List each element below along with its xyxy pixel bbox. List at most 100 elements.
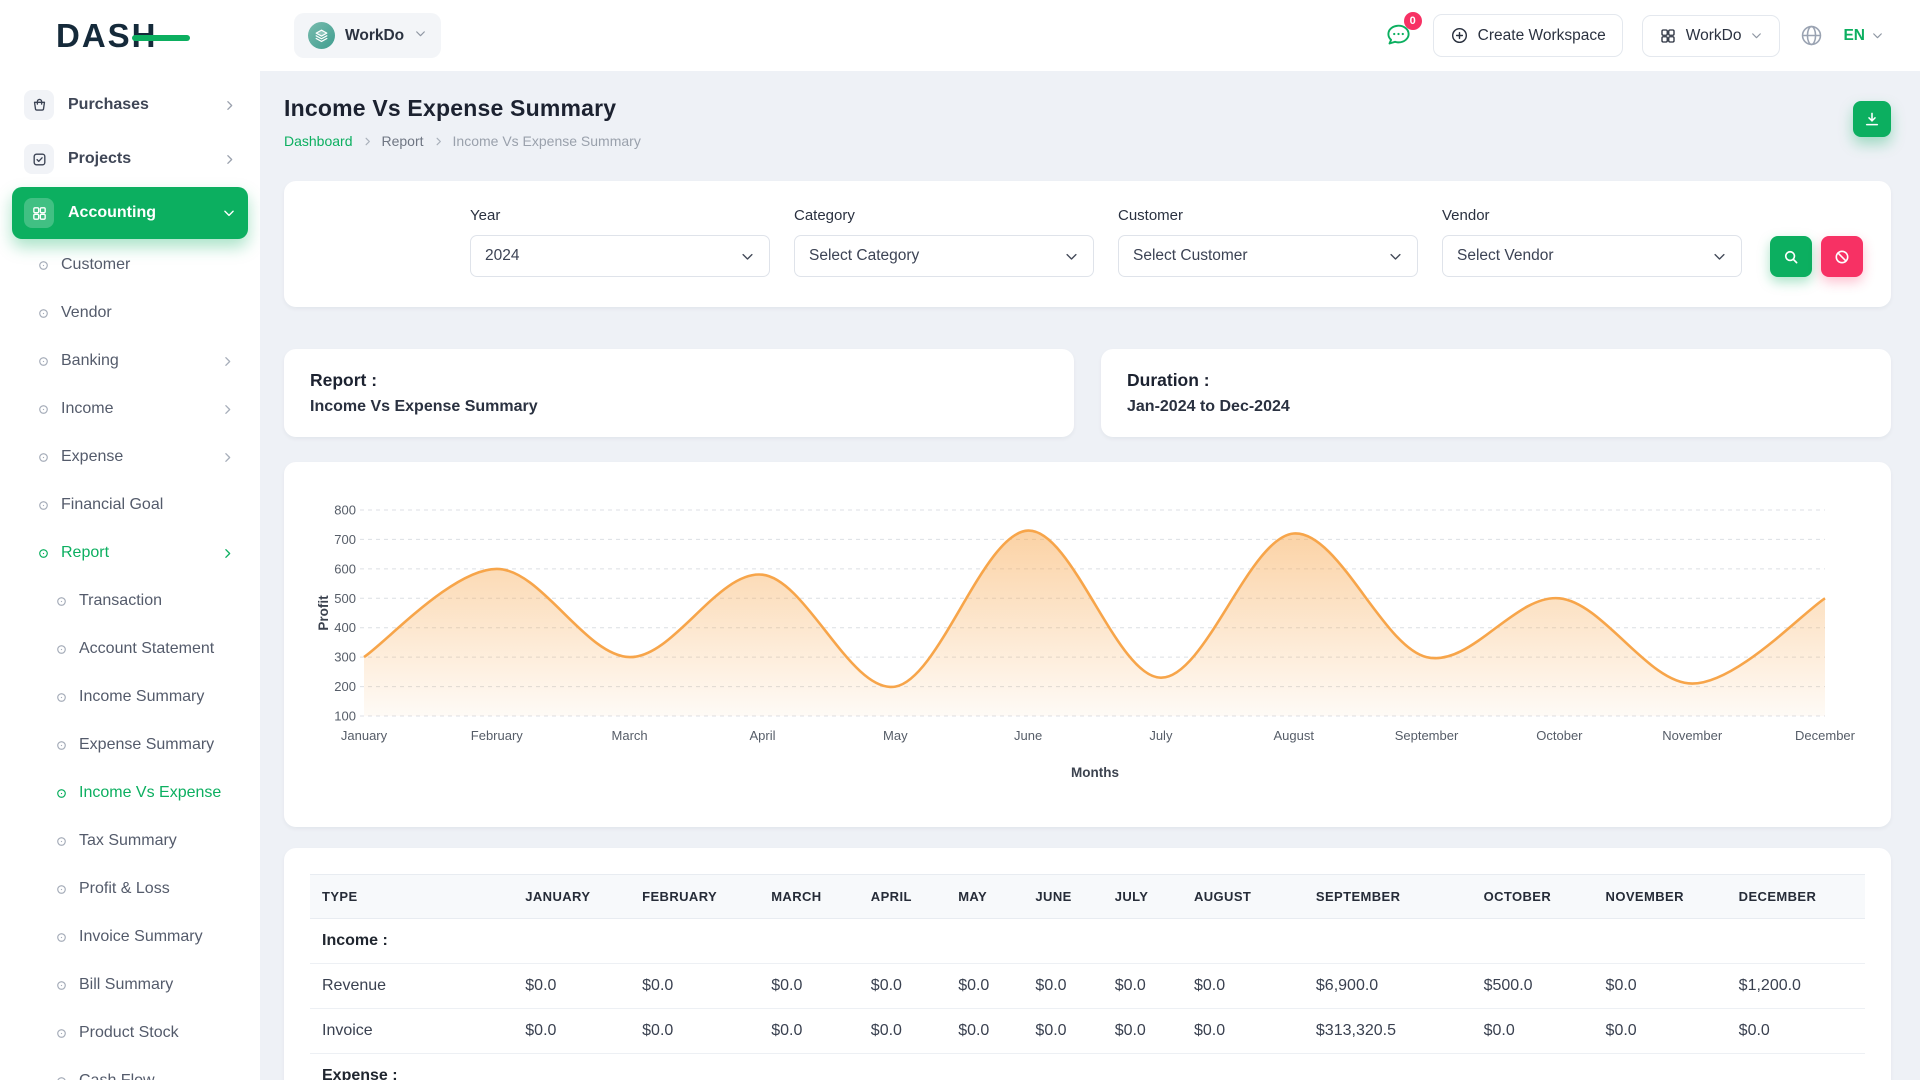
- sidebar-item-cash-flow[interactable]: Cash Flow: [12, 1057, 248, 1080]
- sidebar-item-product-stock[interactable]: Product Stock: [12, 1009, 248, 1057]
- cell-value: $0.0: [630, 1009, 759, 1054]
- column-header-january: JANUARY: [513, 875, 630, 919]
- column-header-april: APRIL: [859, 875, 946, 919]
- sidebar-item-expense-summary[interactable]: Expense Summary: [12, 721, 248, 769]
- cell-value: $0.0: [1472, 1009, 1594, 1054]
- language-selector[interactable]: EN: [1843, 27, 1884, 45]
- chevron-down-icon: [1064, 249, 1079, 264]
- category-select[interactable]: Select Category: [794, 235, 1094, 277]
- column-header-july: JULY: [1103, 875, 1182, 919]
- vendor-select[interactable]: Select Vendor: [1442, 235, 1742, 277]
- cell-value: $0.0: [859, 964, 946, 1009]
- sidebar-item-banking[interactable]: Banking: [12, 337, 248, 385]
- sidebar-item-accounting[interactable]: Accounting: [12, 187, 248, 239]
- year-select[interactable]: 2024: [470, 235, 770, 277]
- filter-group-vendor: Vendor Select Vendor: [1442, 207, 1742, 277]
- chevron-right-icon: [221, 547, 234, 560]
- cell-value: $0.0: [759, 1009, 859, 1054]
- sidebar-item-invoice-summary[interactable]: Invoice Summary: [12, 913, 248, 961]
- customer-select[interactable]: Select Customer: [1118, 235, 1418, 277]
- x-tick-label: September: [1395, 728, 1459, 743]
- cell-value: $500.0: [1472, 964, 1594, 1009]
- workspace-switcher[interactable]: WorkDo: [294, 13, 441, 58]
- sidebar-subitem-label: Profit & Loss: [79, 880, 170, 898]
- page-content: Income Vs Expense Summary Dashboard Repor…: [260, 71, 1920, 1080]
- workspace-avatar-icon: [308, 22, 335, 49]
- chat-badge: 0: [1404, 12, 1422, 30]
- sidebar-subitem-label: Cash Flow: [79, 1072, 155, 1080]
- x-tick-label: August: [1273, 728, 1314, 743]
- chevron-down-icon: [740, 249, 755, 264]
- filter-buttons: [1770, 236, 1863, 277]
- download-button[interactable]: [1853, 101, 1891, 137]
- cell-value: $0.0: [1182, 1009, 1304, 1054]
- filter-label: Category: [794, 207, 1094, 224]
- create-workspace-label: Create Workspace: [1478, 27, 1606, 45]
- sidebar-item-income-vs-expense[interactable]: Income Vs Expense: [12, 769, 248, 817]
- sidebar-item-purchases[interactable]: Purchases: [12, 79, 248, 131]
- app-root: DASH Purchases Projects Accounting Custo…: [0, 0, 1920, 1080]
- workspace-name: WorkDo: [345, 27, 404, 45]
- row-label: Revenue: [310, 964, 513, 1009]
- sidebar-subitem-label: Invoice Summary: [79, 928, 203, 946]
- cell-value: $0.0: [1594, 1009, 1727, 1054]
- y-tick-label: 800: [334, 503, 356, 518]
- sidebar-item-financial-goal[interactable]: Financial Goal: [12, 481, 248, 529]
- cell-value: $0.0: [1023, 964, 1102, 1009]
- sidebar-item-profit-loss[interactable]: Profit & Loss: [12, 865, 248, 913]
- table-row-revenue: Revenue$0.0$0.0$0.0$0.0$0.0$0.0$0.0$0.0$…: [310, 964, 1865, 1009]
- sidebar-item-vendor[interactable]: Vendor: [12, 289, 248, 337]
- workdo-menu-button[interactable]: WorkDo: [1642, 15, 1781, 57]
- breadcrumb-item-dashboard[interactable]: Dashboard: [284, 133, 353, 149]
- x-axis-title: Months: [1071, 765, 1119, 780]
- sidebar-item-report[interactable]: Report: [12, 529, 248, 577]
- cell-value: $0.0: [759, 964, 859, 1009]
- circle-dot-icon: [56, 1076, 67, 1080]
- circle-dot-icon: [56, 884, 67, 895]
- sidebar-subitem-label: Expense Summary: [79, 736, 214, 754]
- circle-dot-icon: [56, 644, 67, 655]
- reset-filter-button[interactable]: [1821, 236, 1863, 277]
- app-logo[interactable]: DASH: [12, 0, 248, 71]
- row-label: Invoice: [310, 1009, 513, 1054]
- breadcrumb-separator-icon: [362, 136, 373, 147]
- y-tick-label: 200: [334, 679, 356, 694]
- chevron-down-icon: [414, 27, 427, 45]
- globe-icon[interactable]: [1799, 23, 1824, 48]
- sidebar-item-label: Accounting: [68, 204, 156, 222]
- sidebar-item-tax-summary[interactable]: Tax Summary: [12, 817, 248, 865]
- sidebar-item-income-summary[interactable]: Income Summary: [12, 673, 248, 721]
- column-header-october: OCTOBER: [1472, 875, 1594, 919]
- create-workspace-button[interactable]: Create Workspace: [1433, 14, 1623, 57]
- circle-dot-icon: [38, 308, 49, 319]
- cell-value: $0.0: [1594, 964, 1727, 1009]
- sidebar-item-transaction[interactable]: Transaction: [12, 577, 248, 625]
- circle-dot-icon: [56, 740, 67, 751]
- circle-dot-icon: [38, 356, 49, 367]
- sidebar-item-projects[interactable]: Projects: [12, 133, 248, 185]
- messages-button[interactable]: 0: [1383, 19, 1414, 53]
- chevron-down-icon: [1712, 249, 1727, 264]
- column-header-type: TYPE: [310, 875, 513, 919]
- filter-group-category: Category Select Category: [794, 207, 1094, 277]
- sidebar-item-customer[interactable]: Customer: [12, 241, 248, 289]
- sidebar-subitem-label: Transaction: [79, 592, 162, 610]
- breadcrumb-item-report[interactable]: Report: [382, 133, 424, 149]
- circle-dot-icon: [38, 452, 49, 463]
- table-header-row: TYPEJANUARYFEBRUARYMARCHAPRILMAYJUNEJULY…: [310, 875, 1865, 919]
- sidebar-item-income[interactable]: Income: [12, 385, 248, 433]
- filter-label: Vendor: [1442, 207, 1742, 224]
- sidebar-subitem-label: Account Statement: [79, 640, 214, 658]
- select-value: 2024: [485, 247, 519, 265]
- column-header-march: MARCH: [759, 875, 859, 919]
- sidebar-item-account-statement[interactable]: Account Statement: [12, 625, 248, 673]
- page-title: Income Vs Expense Summary: [284, 95, 641, 122]
- apply-filter-button[interactable]: [1770, 236, 1812, 277]
- sidebar-item-expense[interactable]: Expense: [12, 433, 248, 481]
- circle-dot-icon: [56, 932, 67, 943]
- y-axis-title: Profit: [316, 595, 331, 631]
- circle-dot-icon: [38, 500, 49, 511]
- sidebar-item-bill-summary[interactable]: Bill Summary: [12, 961, 248, 1009]
- circle-dot-icon: [38, 548, 49, 559]
- clip-icon: [24, 144, 54, 174]
